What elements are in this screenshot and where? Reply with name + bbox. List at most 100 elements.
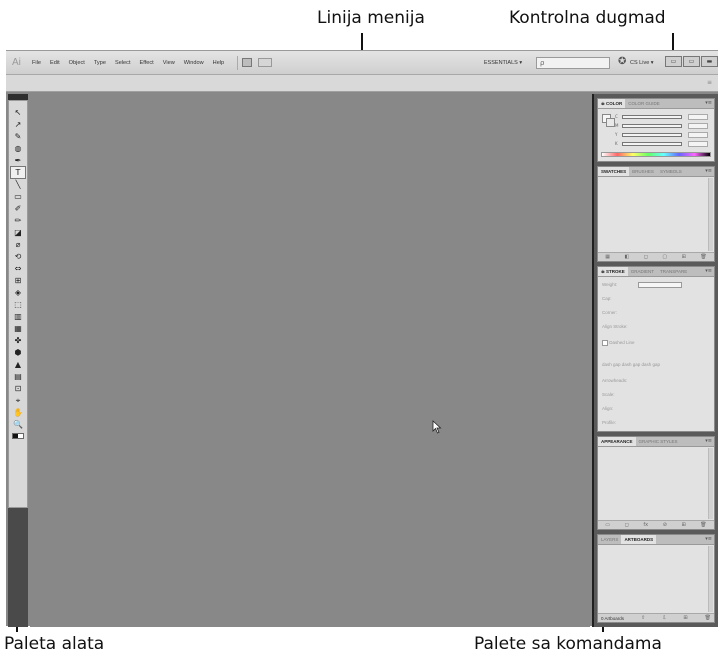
menu-edit[interactable]: Edit [50, 60, 60, 66]
swatch-library-icon[interactable]: ▦ [605, 254, 610, 260]
callout-tools-palette: Paleta alata [4, 634, 105, 654]
tool-1-icon[interactable]: ↗ [11, 119, 25, 130]
tool-25-icon[interactable]: ✋ [11, 407, 25, 418]
swatches-scrollbar[interactable] [708, 178, 713, 251]
tool-7-icon[interactable]: ▭ [11, 191, 25, 202]
tab-appearance[interactable]: APPEARANCE [598, 437, 636, 446]
layers-panel-tabs: LAYERS ARTBOARDS ▾≡ [598, 535, 714, 545]
fill-stroke-swatch-icon[interactable] [12, 433, 24, 439]
menu-file[interactable]: File [32, 60, 41, 66]
slider-k[interactable] [622, 142, 682, 146]
menu-view[interactable]: View [163, 60, 175, 66]
value-y[interactable] [688, 132, 708, 138]
cs-live-button[interactable]: CS Live ▾ [630, 57, 654, 69]
slider-m[interactable] [622, 124, 682, 128]
restore-icon[interactable]: ▭ [683, 56, 700, 67]
tab-artboards[interactable]: ARTBOARDS [621, 535, 657, 544]
cs-live-icon[interactable]: ✪ [618, 56, 626, 68]
bridge-icon[interactable] [242, 58, 253, 67]
slider-y[interactable] [622, 133, 682, 137]
tab-brushes[interactable]: BRUSHES [629, 167, 657, 176]
tab-graphic-styles[interactable]: GRAPHIC STYLES [636, 437, 681, 446]
tool-17-icon[interactable]: ▥ [11, 311, 25, 322]
tab-transparency[interactable]: TRANSPARE [657, 267, 690, 276]
arrowheads-row: Arrowheads: [602, 377, 710, 385]
add-fill-icon[interactable]: ◻ [625, 522, 629, 528]
stroke-swatch[interactable] [606, 118, 615, 127]
tool-8-icon[interactable]: ✐ [11, 203, 25, 214]
tools-list: ↖ ↗ ✎ ◍ ✒ T ╲ ▭ ✐ ✏ ◪ ⌀ ⟲ ⇔ ⊞ ◈ ⬚ ▥ ▦ ✤ ⬢ ▲ ▤ ⊡ ⌖ ✋ 🔍 [8, 100, 28, 508]
menu-help[interactable]: Help [213, 60, 225, 66]
tool-26-icon[interactable]: 🔍 [11, 419, 25, 430]
tool-21-icon[interactable]: ▲ [11, 359, 25, 370]
tool-20-icon[interactable]: ⬢ [11, 347, 25, 358]
tool-24-icon[interactable]: ⌖ [11, 395, 25, 406]
move-down-icon[interactable]: ⇩ [662, 615, 666, 621]
value-m[interactable] [688, 123, 708, 129]
panel-menu-icon[interactable]: ▾≡ [705, 536, 712, 542]
tool-10-icon[interactable]: ◪ [11, 227, 25, 238]
add-stroke-icon[interactable]: ▭ [605, 522, 610, 528]
tool-0-icon[interactable]: ↖ [11, 107, 25, 118]
menu-window[interactable]: Window [184, 60, 204, 66]
tool-6-icon[interactable]: ╲ [11, 179, 25, 190]
search-input[interactable]: ρ [536, 57, 610, 69]
tool-5-icon[interactable]: T [10, 166, 26, 179]
tool-2-icon[interactable]: ✎ [11, 131, 25, 142]
add-effect-icon[interactable]: fx [643, 522, 648, 528]
show-kinds-icon[interactable]: ◧ [624, 254, 629, 260]
workspace-switcher[interactable]: ESSENTIALS ▾ [476, 57, 530, 69]
tab-stroke[interactable]: ≑ STROKE [598, 267, 628, 276]
panel-menu-icon[interactable]: ▾≡ [705, 168, 712, 174]
layers-scrollbar[interactable] [708, 546, 713, 612]
panel-menu-icon[interactable]: ▾≡ [705, 268, 712, 274]
tool-3-icon[interactable]: ◍ [11, 143, 25, 154]
tab-swatches[interactable]: SWATCHES [598, 167, 630, 176]
tool-4-icon[interactable]: ✒ [11, 155, 25, 166]
tab-layers[interactable]: LAYERS [598, 535, 621, 544]
value-k[interactable] [688, 141, 708, 147]
slider-c[interactable] [622, 115, 682, 119]
new-artboard-icon[interactable]: ⊞ [683, 615, 687, 621]
tool-14-icon[interactable]: ⊞ [11, 275, 25, 286]
tool-13-icon[interactable]: ⇔ [11, 263, 25, 274]
move-up-icon[interactable]: ⇧ [641, 615, 645, 621]
tab-gradient[interactable]: GRADIENT [628, 267, 657, 276]
minimize-icon[interactable]: ▭ [665, 56, 682, 67]
menu-select[interactable]: Select [115, 60, 131, 66]
delete-item-icon[interactable]: 🗑 [700, 522, 706, 528]
document-canvas[interactable] [30, 94, 590, 627]
tab-color[interactable]: ≑ COLOR [598, 99, 626, 108]
delete-swatch-icon[interactable]: 🗑 [700, 254, 706, 260]
arrange-documents-icon[interactable] [258, 58, 273, 67]
tool-18-icon[interactable]: ▦ [11, 323, 25, 334]
duplicate-item-icon[interactable]: ⊞ [682, 522, 686, 528]
close-icon[interactable]: ▬ [701, 56, 718, 67]
menu-object[interactable]: Object [69, 60, 85, 66]
tab-symbols[interactable]: SYMBOLS [657, 167, 685, 176]
panel-menu-icon[interactable]: ▾≡ [705, 100, 712, 106]
tool-19-icon[interactable]: ✤ [11, 335, 25, 346]
dashed-line-checkbox[interactable] [602, 339, 608, 346]
delete-artboard-icon[interactable]: 🗑 [705, 615, 711, 621]
menu-type[interactable]: Type [94, 60, 106, 66]
new-color-group-icon[interactable]: ▢ [662, 254, 667, 260]
tool-22-icon[interactable]: ▤ [11, 371, 25, 382]
tool-16-icon[interactable]: ⬚ [11, 299, 25, 310]
new-swatch-icon[interactable]: ⊞ [682, 254, 686, 260]
value-c[interactable] [688, 114, 708, 120]
control-bar-menu-icon[interactable]: ≡ [707, 79, 712, 86]
menu-effect[interactable]: Effect [140, 60, 154, 66]
tool-23-icon[interactable]: ⊡ [11, 383, 25, 394]
swatch-options-icon[interactable]: ◻ [644, 254, 648, 260]
tool-11-icon[interactable]: ⌀ [11, 239, 25, 250]
panel-menu-icon[interactable]: ▾≡ [705, 438, 712, 444]
tool-12-icon[interactable]: ⟲ [11, 251, 25, 262]
tool-9-icon[interactable]: ✏ [11, 215, 25, 226]
appearance-scrollbar[interactable] [708, 448, 713, 519]
color-spectrum[interactable] [601, 152, 711, 157]
clear-appearance-icon[interactable]: ⊘ [663, 522, 667, 528]
tool-15-icon[interactable]: ◈ [11, 287, 25, 298]
stroke-weight-field[interactable] [638, 282, 682, 288]
tab-color-guide[interactable]: COLOR GUIDE [625, 99, 663, 108]
